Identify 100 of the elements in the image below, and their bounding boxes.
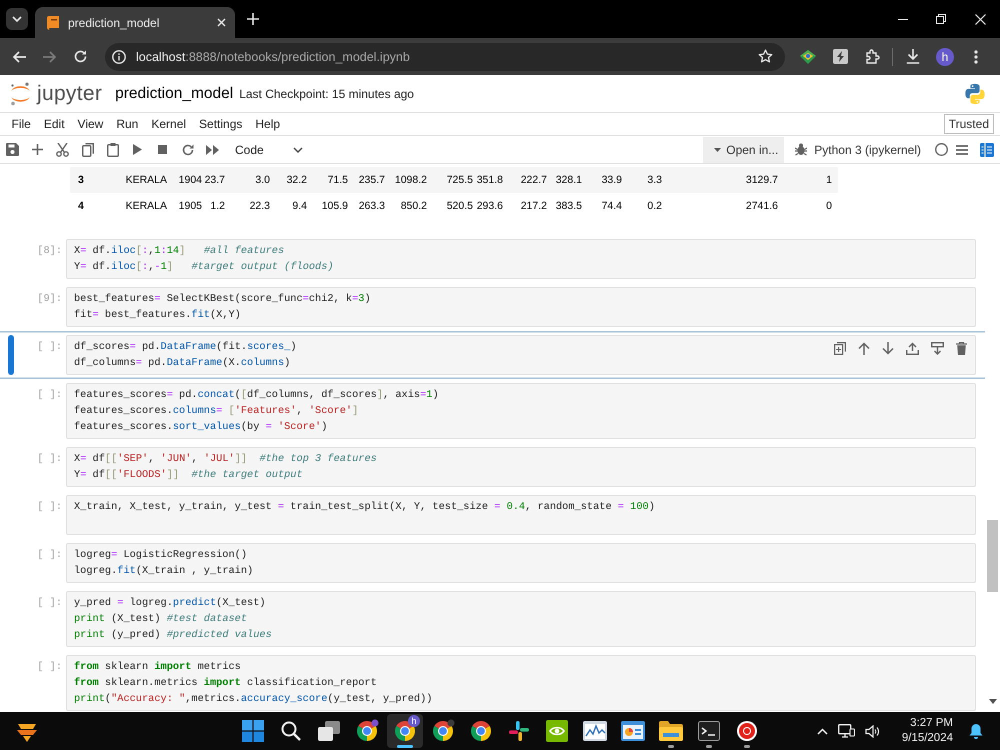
table-cell: 351.8 [473, 167, 503, 193]
insert-above-icon[interactable] [906, 342, 919, 355]
logo-text: jupyter [37, 82, 102, 106]
menu-item[interactable]: Run [110, 117, 145, 131]
menu-item[interactable]: Edit [37, 117, 72, 131]
insert-below-icon[interactable] [931, 342, 944, 355]
run-icon[interactable] [133, 144, 142, 155]
cell-prompt: [ ]: [37, 549, 62, 561]
sidebar-icon[interactable] [980, 142, 994, 156]
clock-time[interactable]: 3:27 PM [910, 716, 953, 731]
open-in-button[interactable]: Open in... [703, 136, 784, 162]
cell-prompt: [8]: [37, 245, 62, 257]
open-app-indicator [668, 745, 674, 748]
open-app-indicator [706, 745, 712, 748]
profile-avatar[interactable]: h [936, 48, 954, 66]
code-line: X= df[['SEP', 'JUN', 'JUL']] #the top 3 features [74, 452, 377, 467]
menu-item[interactable]: File [5, 117, 38, 131]
minimize-icon[interactable] [898, 18, 908, 20]
table-cell: 22.3 [225, 193, 270, 219]
move-down-icon[interactable] [882, 342, 894, 355]
code-line: features_scores= pd.concat([df_columns, df_scores], axis=1) [74, 388, 439, 403]
save-icon[interactable] [6, 143, 19, 156]
code-cell[interactable]: X_train, X_test, y_train, y_test = train_test_split(X, Y, test_size = 0.4, random_state = 100) [66, 495, 976, 535]
kernel-name[interactable]: Python 3 (ipykernel) [814, 142, 921, 156]
cell-prompt: [9]: [37, 293, 62, 305]
speaker-icon[interactable] [864, 724, 880, 738]
code-cell[interactable]: X= df[['SEP', 'JUN', 'JUL']] #the top 3 features Y= df[['FLOODS']] #the target output [66, 447, 976, 487]
add-icon[interactable] [32, 144, 43, 155]
table-cell: 235.7 [348, 167, 385, 193]
restore-icon[interactable] [936, 14, 946, 24]
new-tab-icon[interactable] [247, 13, 259, 25]
notebook-title[interactable]: prediction_model [115, 84, 234, 102]
checkpoint-status: Last Checkpoint: 15 minutes ago [239, 86, 414, 100]
chevron-down-icon [293, 146, 303, 152]
python-logo-icon [964, 82, 986, 104]
menu-item[interactable]: Kernel [144, 117, 193, 131]
extension-logo-icon[interactable] [800, 50, 816, 64]
active-app-indicator [397, 745, 413, 748]
chevron-down-icon [12, 16, 22, 22]
lightning-square-icon[interactable] [832, 49, 848, 64]
table-cell: 33.9 [582, 167, 622, 193]
menu-item[interactable]: Help [248, 117, 287, 131]
scroll-down-icon[interactable] [988, 699, 996, 704]
code-cell[interactable]: best_features= SelectKBest(score_func=chi2, k=3) fit= best_features.fit(X,Y) [66, 287, 976, 327]
table-cell: 293.6 [473, 193, 503, 219]
cut-icon[interactable] [56, 142, 69, 156]
open-app-indicator [744, 745, 750, 748]
copy-icon[interactable] [82, 142, 94, 156]
cell-prompt: [ ]: [37, 389, 62, 401]
chevron-up-icon[interactable] [816, 728, 828, 734]
code-cell[interactable]: X= df.iloc[:,1:14] #all features Y= df.iloc[:,-1] #target output (floods) [66, 239, 976, 279]
star-icon[interactable] [758, 49, 773, 64]
terminal-icon [698, 721, 720, 741]
code-cell[interactable]: from sklearn import metrics from sklearn.metrics import classification_report print("Accuracy: ",metrics.accuracy_score(y_test, y_pred)) [66, 655, 976, 711]
active-cell-bar[interactable] [8, 335, 14, 375]
bug-icon[interactable] [795, 143, 808, 156]
paste-icon[interactable] [106, 142, 118, 156]
menu-item[interactable]: View [71, 117, 110, 131]
close-icon[interactable] [974, 14, 986, 24]
reload-icon[interactable] [74, 50, 87, 63]
bell-icon[interactable] [969, 723, 983, 739]
table-cell: 2741.6 [662, 193, 778, 219]
table-cell: 71.5 [307, 167, 348, 193]
code-line: print (y_pred) #predicted values [74, 628, 272, 643]
extensions-icon[interactable] [864, 49, 880, 64]
code-cell[interactable]: logreg= LogisticRegression() logreg.fit(X_train , y_train) [66, 543, 976, 583]
scrollbar-thumb[interactable] [987, 520, 998, 592]
code-line: logreg= LogisticRegression() [74, 548, 248, 563]
more-icon[interactable] [974, 50, 978, 64]
task-view-icon [318, 721, 340, 741]
duplicate-icon[interactable] [834, 342, 846, 355]
table-cell: 1905 [167, 193, 202, 219]
table-cell: 1.2 [202, 193, 225, 219]
browser-tab[interactable]: prediction_model [35, 7, 235, 38]
address-bar[interactable]: localhost:8888/notebooks/prediction_model.ipynb [105, 42, 785, 70]
download-icon[interactable] [906, 49, 920, 64]
info-icon[interactable] [112, 50, 126, 64]
delete-icon[interactable] [956, 342, 967, 355]
table-cell: 3 [70, 167, 120, 193]
code-cell[interactable]: y_pred = logreg.predict(X_test) print (X_test) #test dataset print (y_pred) #predicted values [66, 591, 976, 647]
tab-search-button[interactable] [6, 8, 28, 30]
table-cell: 105.9 [307, 193, 348, 219]
table-cell: 328.1 [547, 167, 582, 193]
code-cell[interactable]: df_scores= pd.DataFrame(fit.scores_) df_columns= pd.DataFrame(X.columns) [66, 335, 976, 375]
trusted-indicator[interactable]: Trusted [944, 114, 994, 134]
restart-icon[interactable] [182, 144, 194, 156]
display-icon[interactable] [838, 724, 855, 738]
table-cell: KERALA [120, 193, 167, 219]
menu-item[interactable]: Settings [192, 117, 249, 131]
move-up-icon[interactable] [858, 342, 870, 355]
code-line: from sklearn.metrics import classification_report [74, 676, 377, 691]
clock-date[interactable]: 9/15/2024 [902, 731, 953, 746]
cell-type-dropdown[interactable]: Code [235, 138, 307, 160]
close-icon[interactable] [217, 18, 226, 27]
taskbar-app[interactable]: h [387, 714, 423, 748]
back-icon[interactable] [12, 50, 26, 62]
fast-forward-icon[interactable] [206, 144, 219, 154]
table-cell: 9.4 [270, 193, 307, 219]
menu-icon[interactable] [956, 144, 968, 154]
code-cell[interactable]: features_scores= pd.concat([df_columns, df_scores], axis=1) features_scores.columns= ['Features', 'Score'] features_scores.sort_values(by = 'Score') [66, 383, 976, 439]
